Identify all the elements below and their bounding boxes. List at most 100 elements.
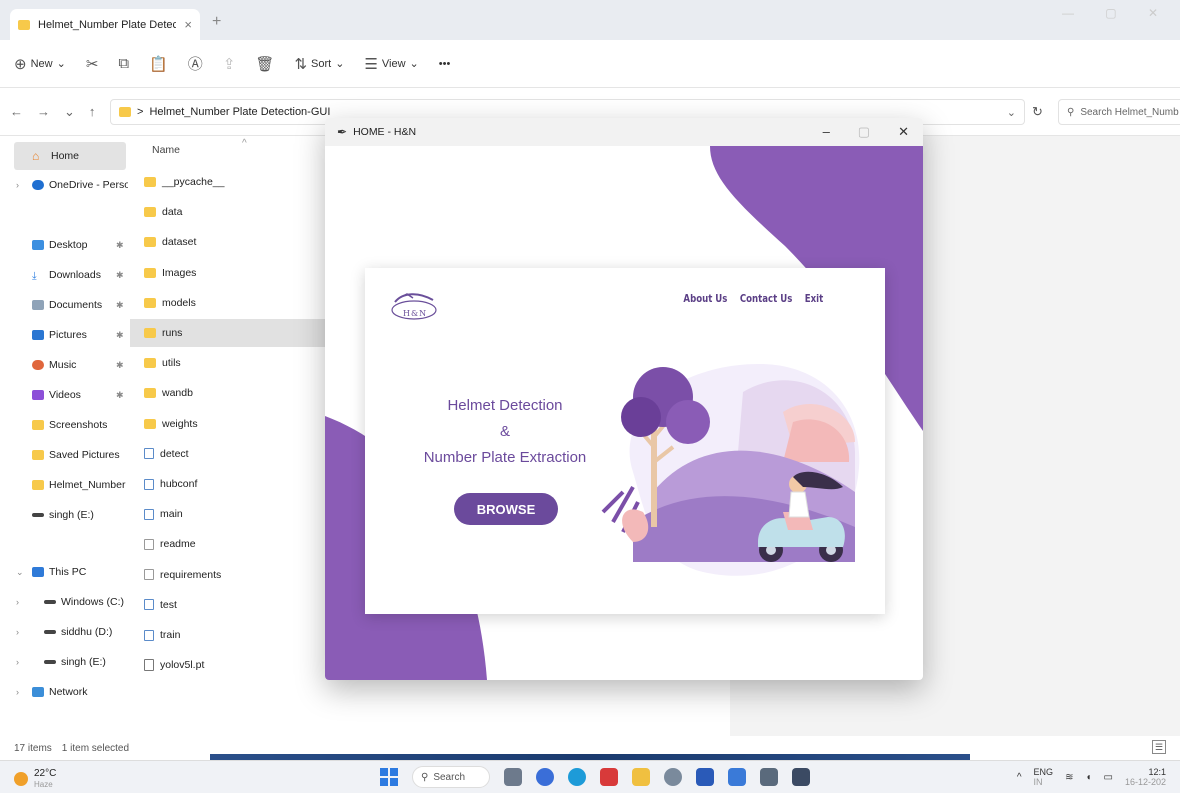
sidebar-item[interactable]: Documents ✱: [0, 291, 128, 319]
file-name: data: [162, 206, 183, 219]
sidebar-item[interactable]: Pictures ✱: [0, 321, 128, 349]
settings-gear-icon[interactable]: [664, 768, 682, 786]
cut-icon[interactable]: ✂: [86, 55, 99, 73]
file-name: utils: [162, 357, 181, 370]
sidebar-item[interactable]: › Windows (C:): [0, 588, 128, 616]
sidebar-item-label: Downloads: [49, 269, 101, 281]
delete-icon[interactable]: 🗑: [255, 55, 274, 73]
chevron-icon[interactable]: ›: [16, 180, 19, 190]
sidebar-item[interactable]: singh (E:): [0, 501, 128, 529]
up-icon[interactable]: ↑: [89, 104, 96, 120]
new-button[interactable]: ⊕ New ⌄: [14, 55, 66, 73]
sidebar-item[interactable]: Music ✱: [0, 351, 128, 379]
clock[interactable]: 12:1 16-12-202: [1125, 767, 1166, 787]
file-row[interactable]: utils: [130, 349, 330, 377]
file-row[interactable]: runs: [130, 319, 325, 347]
chevron-up-icon[interactable]: ^: [1017, 772, 1022, 783]
sidebar-item-label: Pictures: [49, 329, 87, 341]
chevron-down-icon[interactable]: ⌄: [1007, 106, 1016, 119]
back-icon[interactable]: ←: [10, 104, 23, 120]
sidebar-item[interactable]: › siddhu (D:): [0, 618, 128, 646]
sidebar-item[interactable]: ⌂ Home: [14, 142, 126, 170]
sort-caret-icon: ^: [242, 138, 247, 149]
file-row[interactable]: train: [130, 621, 330, 649]
sidebar-item[interactable]: › Network: [0, 678, 128, 706]
sidebar-item[interactable]: Videos ✱: [0, 381, 128, 409]
sidebar-item[interactable]: Desktop ✱: [0, 231, 128, 259]
store-icon[interactable]: [696, 768, 714, 786]
file-explorer-icon[interactable]: [632, 768, 650, 786]
new-tab-button[interactable]: +: [212, 13, 221, 31]
window-controls[interactable]: — ▢ ✕: [1062, 6, 1172, 20]
file-row[interactable]: test: [130, 591, 330, 619]
copy-icon[interactable]: ⧉: [118, 55, 129, 72]
details-view-icon[interactable]: ☰: [1152, 740, 1166, 754]
sidebar-item[interactable]: › singh (E:): [0, 648, 128, 676]
sidebar-item-label: Windows (C:): [61, 596, 125, 608]
chevron-icon[interactable]: ›: [16, 627, 19, 637]
sort-button[interactable]: ⇅ Sort ⌄: [294, 55, 344, 73]
file-row[interactable]: Images: [130, 259, 330, 287]
chevron-icon[interactable]: ›: [16, 687, 19, 697]
file-row[interactable]: detect: [130, 440, 330, 468]
vid-icon: [32, 390, 44, 400]
maximize-icon[interactable]: ▢: [858, 124, 870, 140]
file-row[interactable]: yolov5l.pt: [130, 651, 330, 679]
windows-start-icon[interactable]: [380, 768, 398, 786]
address-path[interactable]: Helmet_Number Plate Detection-GUI: [149, 106, 330, 118]
more-button[interactable]: •••: [439, 58, 451, 70]
minimize-icon[interactable]: –: [823, 124, 830, 140]
sidebar-item[interactable]: ⤓ Downloads ✱: [0, 261, 128, 289]
file-row[interactable]: dataset: [130, 228, 330, 256]
exit-link[interactable]: Exit: [805, 292, 823, 305]
taskbar-search[interactable]: ⚲ Search: [412, 766, 490, 788]
weather-widget[interactable]: 22°C Haze: [14, 768, 56, 790]
file-name: detect: [160, 447, 189, 460]
file-row[interactable]: weights: [130, 410, 330, 438]
edge-icon[interactable]: [568, 768, 586, 786]
chevron-icon[interactable]: ›: [16, 597, 19, 607]
chat-icon[interactable]: [536, 768, 554, 786]
file-row[interactable]: models: [130, 289, 330, 317]
contact-us-link[interactable]: Contact Us: [740, 292, 792, 305]
file-row[interactable]: readme: [130, 530, 330, 558]
chevron-icon[interactable]: ›: [16, 657, 19, 667]
python-app-icon[interactable]: [792, 768, 810, 786]
file-row[interactable]: hubconf: [130, 470, 330, 498]
file-row[interactable]: main: [130, 500, 330, 528]
sidebar-item[interactable]: Screenshots: [0, 411, 128, 439]
forward-icon[interactable]: →: [37, 104, 50, 120]
close-tab-icon[interactable]: ×: [184, 17, 192, 32]
sidebar-item[interactable]: ⌄ This PC: [0, 558, 128, 586]
paste-icon[interactable]: 📋: [149, 55, 168, 73]
sidebar-item[interactable]: Helmet_Number Pl: [0, 471, 128, 499]
explorer-tab[interactable]: Helmet_Number Plate Detecti ×: [10, 9, 200, 40]
app-icon[interactable]: [728, 768, 746, 786]
view-button[interactable]: ☰ View ⌄: [364, 55, 418, 73]
file-row[interactable]: __pycache__: [130, 168, 330, 196]
file-row[interactable]: requirements: [130, 561, 330, 589]
language-indicator[interactable]: ENG IN: [1034, 767, 1054, 787]
column-header-name[interactable]: Name: [152, 144, 180, 156]
battery-icon[interactable]: ▭: [1104, 772, 1113, 783]
mail-icon[interactable]: [600, 768, 618, 786]
file-row[interactable]: wandb: [130, 379, 330, 407]
browse-button[interactable]: BROWSE: [454, 493, 558, 525]
share-icon[interactable]: ⇪: [223, 55, 236, 73]
chevron-icon[interactable]: ⌄: [16, 567, 24, 578]
about-us-link[interactable]: About Us: [683, 292, 727, 305]
close-icon[interactable]: ✕: [898, 124, 909, 140]
py-icon: [144, 478, 154, 490]
sidebar-item[interactable]: › OneDrive - Persona: [0, 171, 128, 199]
search-input[interactable]: ⚲ Search Helmet_Numb: [1058, 99, 1180, 125]
photos-icon[interactable]: [760, 768, 778, 786]
task-view-icon[interactable]: [504, 768, 522, 786]
rename-icon[interactable]: Ⓐ: [188, 53, 203, 74]
wifi-icon[interactable]: ≋: [1065, 772, 1073, 783]
pin-icon: ✱: [116, 329, 124, 340]
sidebar-item[interactable]: Saved Pictures: [0, 441, 128, 469]
volume-icon[interactable]: ◖: [1085, 772, 1091, 783]
file-row[interactable]: data: [130, 198, 330, 226]
recent-chevron-icon[interactable]: ⌄: [64, 104, 75, 120]
refresh-icon[interactable]: ↻: [1032, 104, 1043, 120]
